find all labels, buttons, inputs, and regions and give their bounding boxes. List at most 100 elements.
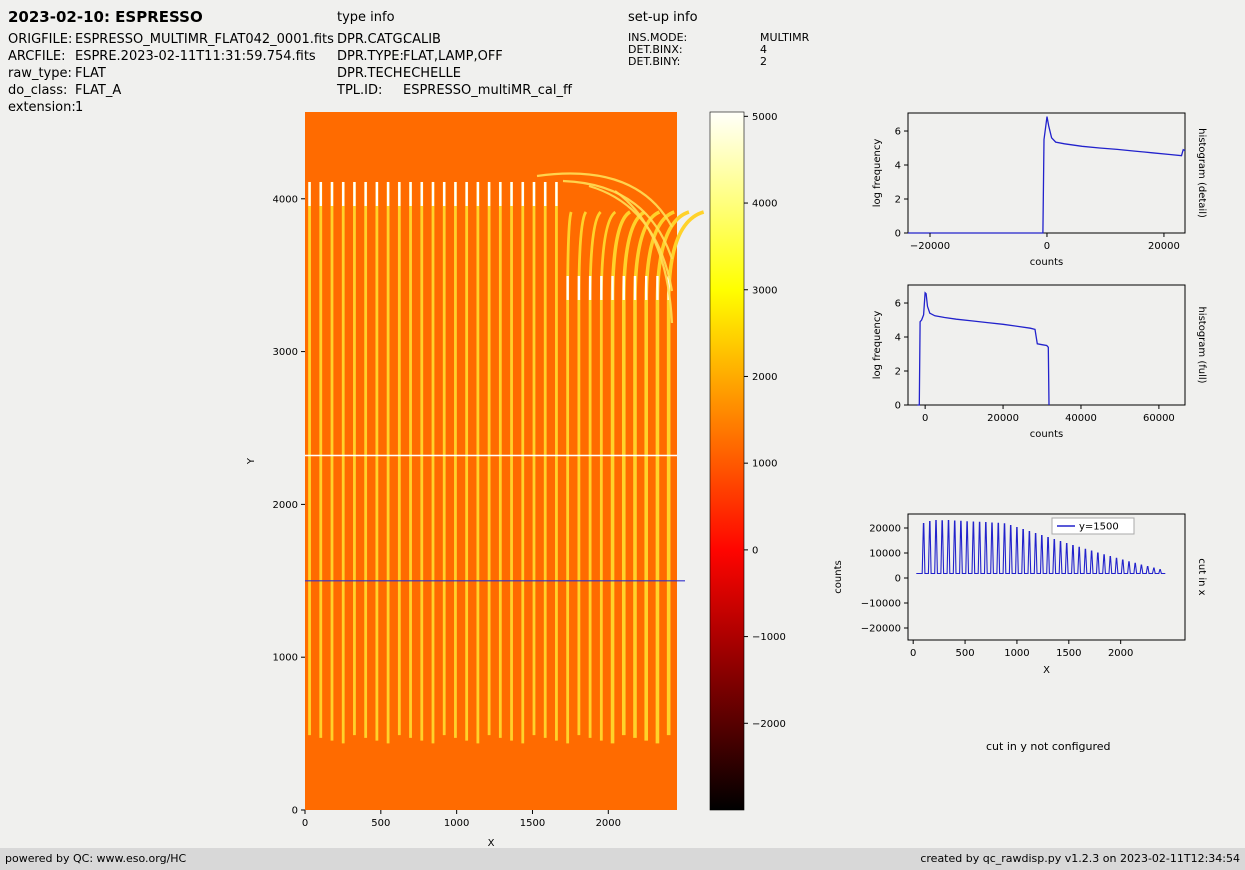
meta-label: DPR.TECH: xyxy=(337,66,407,81)
svg-text:20000: 20000 xyxy=(987,413,1019,424)
raw-image-chart: 0 1000 2000 3000 4000 0 500 1000 1500 2000 X Y 5000 4… xyxy=(240,100,800,870)
svg-text:6: 6 xyxy=(895,127,901,138)
meta-value: ESPRESSO_multiMR_cal_ff xyxy=(403,83,572,98)
histogram-series xyxy=(908,116,1186,234)
meta-label: extension: xyxy=(8,100,76,115)
meta-value: 1 xyxy=(75,100,84,115)
footer-left: powered by QC: www.eso.org/HC xyxy=(5,852,187,865)
x-axis-label: X xyxy=(1043,665,1050,676)
svg-text:4: 4 xyxy=(895,161,901,172)
svg-text:3000: 3000 xyxy=(273,347,298,358)
meta-row-rawtype: raw_type: FLAT xyxy=(8,65,334,82)
svg-text:0: 0 xyxy=(895,229,901,240)
meta-row-doclass: do_class: FLAT_A xyxy=(8,82,334,99)
setup-info-heading: set-up info xyxy=(628,10,698,25)
meta-row-dprcatg: DPR.CATG: CALIB xyxy=(337,31,572,48)
side-label: histogram (detail) xyxy=(1196,128,1207,218)
svg-text:20000: 20000 xyxy=(1148,241,1180,252)
svg-text:0: 0 xyxy=(910,648,916,659)
histogram-series xyxy=(917,291,1050,406)
svg-text:0: 0 xyxy=(752,545,758,556)
svg-text:−20000: −20000 xyxy=(910,241,950,252)
svg-text:0: 0 xyxy=(895,401,901,412)
raw-image-svg: 010002000300040000 500 1000 1500 2000XY50004… xyxy=(246,111,786,849)
svg-text:−2000: −2000 xyxy=(752,719,786,730)
meta-row-detbiny: DET.BINY: 2 xyxy=(628,56,809,68)
svg-text:1000: 1000 xyxy=(1004,648,1029,659)
x-axis-label: counts xyxy=(1030,257,1063,268)
footer: powered by QC: www.eso.org/HC created by… xyxy=(0,848,1245,870)
type-info-heading: type info xyxy=(337,10,395,25)
svg-text:60000: 60000 xyxy=(1143,413,1175,424)
svg-text:1000: 1000 xyxy=(273,653,298,664)
histogram-full-chart: 0 2 4 6 0 20000 40000 60000 counts log frequency h… xyxy=(820,272,1240,448)
type-info-block: DPR.CATG: CALIB DPR.TYPE: FLAT,LAMP,OFF DP… xyxy=(337,31,572,99)
cut-in-x-svg: 20000 10000 0 −10000 −20000 0 500 1000 1500 2000 X… xyxy=(833,513,1207,676)
meta-value: FLAT,LAMP,OFF xyxy=(403,49,503,64)
svg-text:4000: 4000 xyxy=(752,199,777,210)
x-axis-label: counts xyxy=(1030,429,1063,440)
svg-text:2000: 2000 xyxy=(1108,648,1133,659)
svg-text:1500: 1500 xyxy=(1056,648,1081,659)
svg-text:2: 2 xyxy=(895,195,901,206)
footer-right: created by qc_rawdisp.py v1.2.3 on 2023-… xyxy=(920,852,1240,865)
meta-label: raw_type: xyxy=(8,66,72,81)
y-axis-label: log frequency xyxy=(872,311,883,380)
svg-text:6: 6 xyxy=(895,299,901,310)
svg-text:−1000: −1000 xyxy=(752,632,786,643)
side-label: cut in x xyxy=(1196,558,1207,595)
svg-text:0: 0 xyxy=(292,806,298,817)
svg-text:4000: 4000 xyxy=(273,194,298,205)
meta-label: TPL.ID: xyxy=(337,83,383,98)
svg-text:1000: 1000 xyxy=(752,459,777,470)
svg-text:0: 0 xyxy=(302,818,308,829)
meta-label: DPR.CATG: xyxy=(337,32,407,47)
svg-text:2000: 2000 xyxy=(596,818,621,829)
svg-text:40000: 40000 xyxy=(1065,413,1097,424)
meta-value: ECHELLE xyxy=(403,66,461,81)
meta-value: ESPRE.2023-02-11T11:31:59.754.fits xyxy=(75,49,316,64)
meta-row-dprtech: DPR.TECH: ECHELLE xyxy=(337,65,572,82)
meta-value: MULTIMR xyxy=(760,31,810,44)
svg-text:0: 0 xyxy=(895,574,901,585)
meta-value: FLAT xyxy=(75,66,106,81)
meta-row-origfile: ORIGFILE: ESPRESSO_MULTIMR_FLAT042_0001.f… xyxy=(8,31,334,48)
svg-text:5000: 5000 xyxy=(752,112,777,123)
svg-text:4: 4 xyxy=(895,333,901,344)
svg-text:−10000: −10000 xyxy=(861,599,901,610)
meta-label: DPR.TYPE: xyxy=(337,49,404,64)
meta-value: CALIB xyxy=(403,32,441,47)
histogram-full-chart-svg: 0 2 4 6 0 20000 40000 60000 counts log frequency h… xyxy=(872,284,1207,440)
cut-in-x-chart: 20000 10000 0 −10000 −20000 0 500 1000 1500 2000 X… xyxy=(820,501,1240,701)
histogram-detail-chart: 0 2 4 6 −20000 0 20000 counts log frequency histo… xyxy=(820,100,1240,276)
svg-text:3000: 3000 xyxy=(752,285,777,296)
cut-in-y-note: cut in y not configured xyxy=(986,740,1111,753)
legend-label: y=1500 xyxy=(1079,522,1119,533)
y-axis-label: log frequency xyxy=(872,139,883,208)
svg-text:10000: 10000 xyxy=(869,549,901,560)
meta-label: do_class: xyxy=(8,83,68,98)
meta-label: DET.BINY: xyxy=(628,55,681,68)
meta-value: 2 xyxy=(760,55,767,68)
page-title: 2023-02-10: ESPRESSO xyxy=(8,8,203,26)
svg-text:0: 0 xyxy=(922,413,928,424)
meta-label: ARCFILE: xyxy=(8,49,66,64)
y-axis-label: counts xyxy=(833,560,844,593)
svg-text:500: 500 xyxy=(956,648,975,659)
meta-row-tplid: TPL.ID: ESPRESSO_multiMR_cal_ff xyxy=(337,82,572,99)
setup-info-block: INS.MODE: MULTIMR DET.BINX: 4 DET.BINY: 2 xyxy=(628,32,809,68)
meta-label: ORIGFILE: xyxy=(8,32,73,47)
side-label: histogram (full) xyxy=(1196,306,1207,383)
svg-text:1000: 1000 xyxy=(444,818,469,829)
svg-text:2000: 2000 xyxy=(273,500,298,511)
y-axis-label: Y xyxy=(246,457,257,465)
svg-text:500: 500 xyxy=(371,818,390,829)
meta-value: FLAT_A xyxy=(75,83,122,98)
meta-value: ESPRESSO_MULTIMR_FLAT042_0001.fits xyxy=(75,32,334,47)
meta-row-arcfile: ARCFILE: ESPRE.2023-02-11T11:31:59.754.fi… xyxy=(8,48,334,65)
svg-text:2: 2 xyxy=(895,367,901,378)
raw-image-background xyxy=(305,112,677,810)
meta-row-dprtype: DPR.TYPE: FLAT,LAMP,OFF xyxy=(337,48,572,65)
svg-text:20000: 20000 xyxy=(869,524,901,535)
svg-text:−20000: −20000 xyxy=(861,624,901,635)
